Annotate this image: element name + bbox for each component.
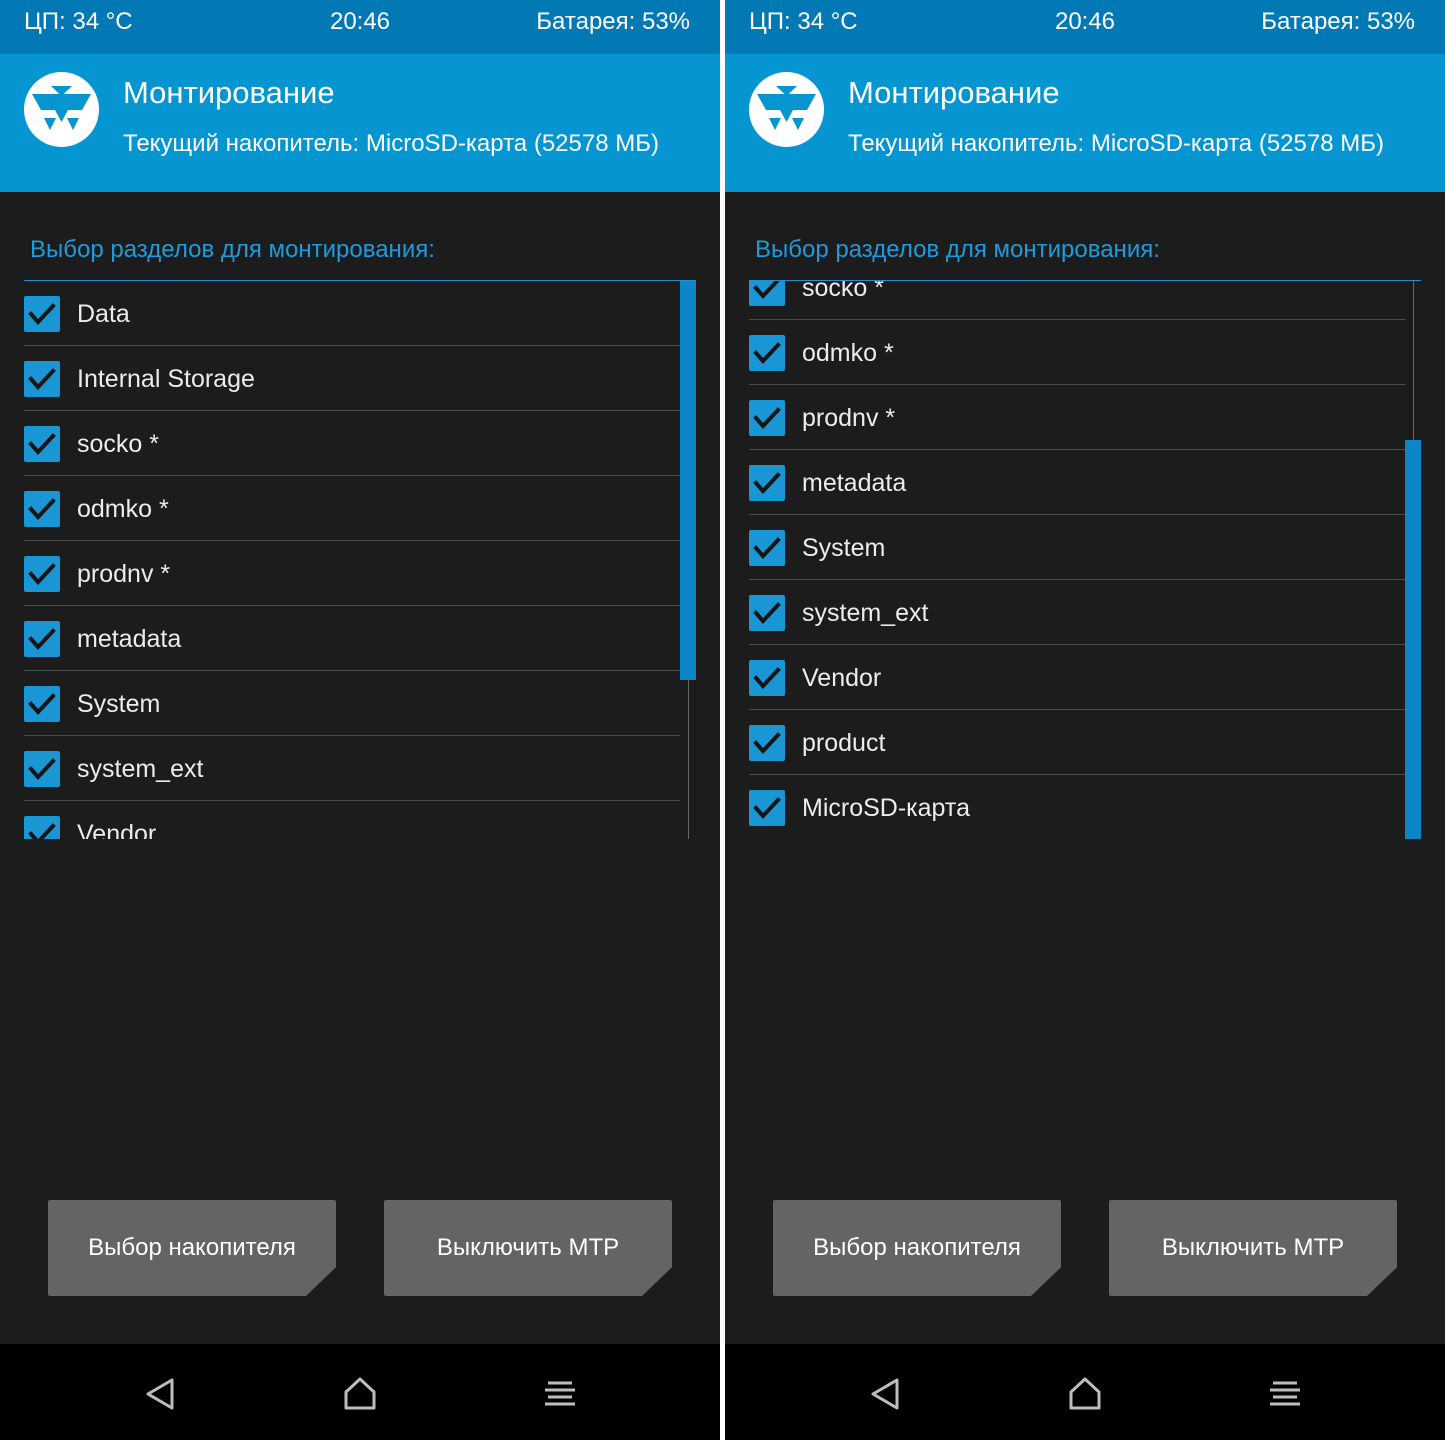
- partition-row[interactable]: Internal Storage: [24, 346, 680, 411]
- scrollbar-thumb[interactable]: [680, 281, 696, 680]
- partition-label: MicroSD-карта: [802, 794, 970, 822]
- checkbox-checked[interactable]: [24, 686, 60, 722]
- current-storage-label: Текущий накопитель: MicroSD-карта (52578…: [123, 130, 659, 157]
- page-title: Монтирование: [123, 75, 335, 110]
- menu-lines-icon[interactable]: [540, 1374, 580, 1414]
- checkbox-checked[interactable]: [24, 556, 60, 592]
- partition-row[interactable]: product: [749, 710, 1405, 775]
- partition-row[interactable]: prodnv *: [749, 385, 1405, 450]
- home-icon[interactable]: [340, 1374, 380, 1414]
- section-label: Выбор разделов для монтирования:: [30, 236, 435, 263]
- partition-label: Vendor: [77, 820, 157, 839]
- partition-row[interactable]: metadata: [749, 450, 1405, 515]
- partition-label: Internal Storage: [77, 365, 255, 393]
- disable-mtp-button[interactable]: Выключить MTP: [1109, 1200, 1397, 1296]
- partition-label: system_ext: [802, 599, 929, 627]
- checkbox-checked[interactable]: [24, 491, 60, 527]
- partition-label: System: [77, 690, 161, 718]
- select-storage-button[interactable]: Выбор накопителя: [773, 1200, 1061, 1296]
- select-storage-button[interactable]: Выбор накопителя: [48, 1200, 336, 1296]
- checkbox-checked[interactable]: [749, 465, 785, 501]
- partition-label: Vendor: [802, 664, 882, 692]
- partition-label: socko *: [77, 430, 159, 458]
- recovery-screen-right: ЦП: 34 °C 20:46 Батарея: 53% Монтировани…: [725, 0, 1445, 1440]
- partition-label: product: [802, 729, 886, 757]
- checkbox-checked[interactable]: [749, 790, 785, 826]
- page-header: Монтирование Текущий накопитель: MicroSD…: [0, 54, 720, 192]
- checkbox-checked[interactable]: [24, 751, 60, 787]
- partition-row[interactable]: System: [24, 671, 680, 736]
- partition-label: System: [802, 534, 886, 562]
- status-bar: ЦП: 34 °C 20:46 Батарея: 53%: [725, 0, 1445, 54]
- battery-level: Батарея: 53%: [536, 8, 690, 35]
- partition-label: prodnv *: [77, 560, 171, 588]
- partition-label: metadata: [802, 469, 907, 497]
- back-triangle-icon[interactable]: [865, 1374, 905, 1414]
- disable-mtp-button[interactable]: Выключить MTP: [384, 1200, 672, 1296]
- scrollbar-thumb[interactable]: [1405, 440, 1421, 839]
- navigation-bar: [0, 1344, 720, 1440]
- recovery-screen-left: ЦП: 34 °C 20:46 Батарея: 53% Монтировани…: [0, 0, 720, 1440]
- checkbox-checked[interactable]: [749, 595, 785, 631]
- battery-level: Батарея: 53%: [1261, 8, 1415, 35]
- checkbox-checked[interactable]: [749, 530, 785, 566]
- checkbox-checked[interactable]: [24, 361, 60, 397]
- twrp-logo-icon: [749, 72, 824, 147]
- checkbox-checked[interactable]: [749, 400, 785, 436]
- partition-row[interactable]: Data: [24, 281, 680, 346]
- partition-label: socko *: [802, 281, 884, 302]
- status-bar: ЦП: 34 °C 20:46 Батарея: 53%: [0, 0, 720, 54]
- checkbox-checked[interactable]: [749, 660, 785, 696]
- navigation-bar: [725, 1344, 1445, 1440]
- checkbox-checked[interactable]: [749, 335, 785, 371]
- partition-row[interactable]: metadata: [24, 606, 680, 671]
- twrp-logo-icon: [24, 72, 99, 147]
- partition-row[interactable]: socko *: [749, 281, 1405, 320]
- partition-row[interactable]: system_ext: [24, 736, 680, 801]
- back-triangle-icon[interactable]: [140, 1374, 180, 1414]
- partition-row[interactable]: Vendor: [749, 645, 1405, 710]
- partition-row[interactable]: system_ext: [749, 580, 1405, 645]
- current-storage-label: Текущий накопитель: MicroSD-карта (52578…: [848, 130, 1384, 157]
- menu-lines-icon[interactable]: [1265, 1374, 1305, 1414]
- partition-label: prodnv *: [802, 404, 896, 432]
- partition-list[interactable]: socko * odmko * prodnv * metadata System syst…: [749, 281, 1421, 839]
- partition-label: odmko *: [802, 339, 894, 367]
- partition-label: odmko *: [77, 495, 169, 523]
- section-label: Выбор разделов для монтирования:: [755, 236, 1160, 263]
- checkbox-checked[interactable]: [749, 281, 785, 306]
- partition-row[interactable]: socko *: [24, 411, 680, 476]
- partition-row[interactable]: odmko *: [749, 320, 1405, 385]
- checkbox-checked[interactable]: [24, 296, 60, 332]
- partition-row[interactable]: Vendor: [24, 801, 680, 839]
- checkbox-checked[interactable]: [749, 725, 785, 761]
- home-icon[interactable]: [1065, 1374, 1105, 1414]
- checkbox-checked[interactable]: [24, 426, 60, 462]
- partition-list[interactable]: Data Internal Storage socko * odmko * prodnv…: [24, 281, 696, 839]
- partition-label: metadata: [77, 625, 182, 653]
- checkbox-checked[interactable]: [24, 816, 60, 839]
- page-header: Монтирование Текущий накопитель: MicroSD…: [725, 54, 1445, 192]
- checkbox-checked[interactable]: [24, 621, 60, 657]
- partition-row[interactable]: System: [749, 515, 1405, 580]
- partition-label: system_ext: [77, 755, 204, 783]
- page-title: Монтирование: [848, 75, 1060, 110]
- partition-label: Data: [77, 300, 130, 328]
- partition-row[interactable]: MicroSD-карта: [749, 775, 1405, 839]
- partition-row[interactable]: prodnv *: [24, 541, 680, 606]
- partition-row[interactable]: odmko *: [24, 476, 680, 541]
